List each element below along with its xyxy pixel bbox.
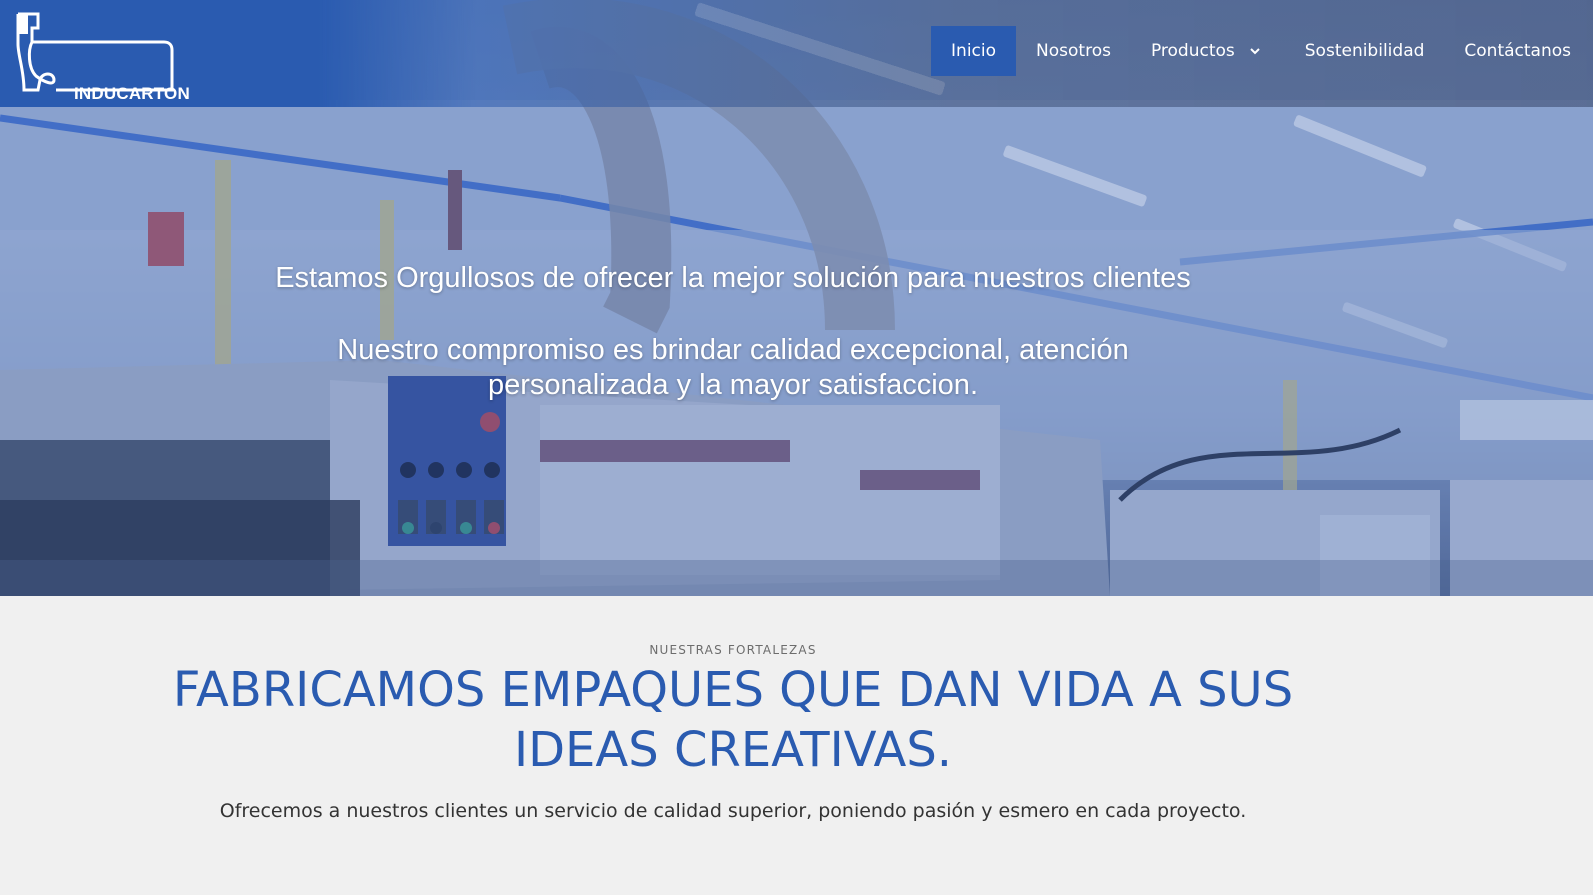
hero-headline: Estamos Orgullosos de ofrecer la mejor s… xyxy=(275,262,1191,294)
section-title: FABRICAMOS EMPAQUES QUE DAN VIDA A SUS I… xyxy=(172,662,1294,778)
nav-item-nosotros[interactable]: Nosotros xyxy=(1016,26,1131,76)
strengths-section: NUESTRAS FORTALEZAS FABRICAMOS EMPAQUES … xyxy=(0,596,1593,895)
section-description: Ofrecemos a nuestros clientes un servici… xyxy=(219,800,1247,822)
nav-label: Productos xyxy=(1150,41,1235,61)
brand-logo[interactable]: INDUCARTON xyxy=(14,10,190,103)
nav-label: Nosotros xyxy=(1036,41,1111,61)
nav-item-sostenibilidad[interactable]: Sostenibilidad xyxy=(1285,26,1445,76)
main-nav: Inicio Nosotros Productos Sostenibilidad… xyxy=(931,26,1593,76)
brand-name: INDUCARTON xyxy=(74,84,190,103)
nav-item-contactanos[interactable]: Contáctanos xyxy=(1444,26,1593,76)
nav-item-inicio[interactable]: Inicio xyxy=(931,26,1017,76)
nav-item-productos[interactable]: Productos xyxy=(1131,26,1285,76)
site-header: INDUCARTON Inicio Nosotros Productos Sos… xyxy=(0,0,1593,107)
nav-label: Inicio xyxy=(951,41,997,61)
nav-label: Contáctanos xyxy=(1464,41,1571,61)
hero-subheadline: Nuestro compromiso es brindar calidad ex… xyxy=(337,334,1129,401)
nav-label: Sostenibilidad xyxy=(1304,41,1425,61)
chevron-down-icon xyxy=(1250,48,1260,55)
section-eyebrow: NUESTRAS FORTALEZAS xyxy=(649,643,817,657)
